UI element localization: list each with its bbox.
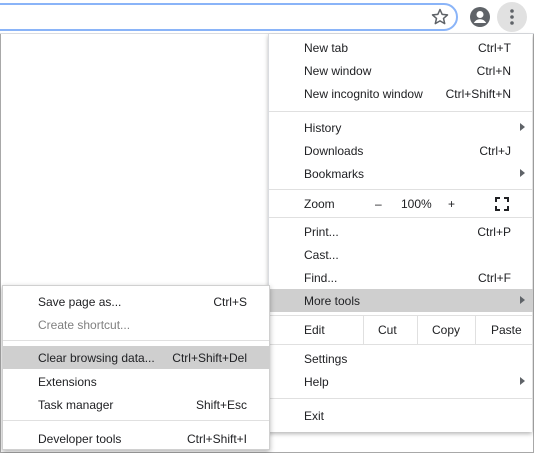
submenu-item-clear-browsing-data[interactable]: Clear browsing data... Ctrl+Shift+Del	[3, 346, 269, 369]
menu-separator	[269, 111, 533, 112]
zoom-level: 100%	[401, 197, 432, 211]
chrome-menu-button[interactable]	[497, 2, 527, 32]
menu-item-cast[interactable]: Cast...	[269, 243, 533, 266]
zoom-in-button[interactable]: +	[448, 197, 455, 211]
menu-item-edit: Edit Cut Copy Paste	[269, 316, 533, 344]
menu-item-history[interactable]: History	[269, 116, 533, 139]
paste-button[interactable]: Paste	[491, 323, 522, 337]
menu-item-label: Cast...	[304, 248, 339, 262]
submenu-arrow-icon	[520, 169, 525, 177]
menu-item-shortcut: Ctrl+Shift+N	[445, 87, 511, 101]
submenu-item-save-page[interactable]: Save page as... Ctrl+S	[3, 290, 269, 313]
menu-item-label: Help	[304, 375, 329, 389]
menu-item-label: Settings	[304, 352, 348, 366]
submenu-item-task-manager[interactable]: Task manager Shift+Esc	[3, 393, 269, 416]
cut-button[interactable]: Cut	[378, 323, 397, 337]
menu-item-settings[interactable]: Settings	[269, 347, 533, 370]
menu-item-label: Create shortcut...	[38, 318, 131, 332]
zoom-out-button[interactable]: –	[375, 197, 382, 211]
menu-item-new-incognito[interactable]: New incognito window Ctrl+Shift+N	[269, 82, 533, 105]
copy-button[interactable]: Copy	[432, 323, 460, 337]
edit-label: Edit	[304, 323, 325, 337]
menu-item-label: Find...	[304, 271, 338, 285]
submenu-arrow-icon	[520, 123, 525, 131]
menu-item-label: More tools	[304, 294, 361, 308]
submenu-arrow-icon	[520, 377, 525, 385]
menu-separator	[3, 340, 269, 341]
submenu-arrow-icon	[520, 296, 525, 304]
menu-item-label: New window	[304, 64, 372, 78]
menu-item-shortcut: Shift+Esc	[195, 398, 247, 412]
address-bar[interactable]	[0, 3, 458, 31]
menu-item-shortcut: Ctrl+S	[213, 295, 247, 309]
menu-item-exit[interactable]: Exit	[269, 404, 533, 427]
menu-item-label: Print...	[304, 225, 339, 239]
menu-separator	[269, 344, 533, 345]
three-dots-vertical-icon	[510, 9, 514, 25]
menu-item-label: New incognito window	[304, 87, 423, 101]
menu-item-help[interactable]: Help	[269, 370, 533, 393]
menu-item-new-window[interactable]: New window Ctrl+N	[269, 59, 533, 82]
menu-separator	[269, 398, 533, 399]
zoom-label: Zoom	[304, 197, 335, 211]
fullscreen-icon[interactable]	[495, 197, 509, 211]
menu-item-shortcut: Ctrl+Shift+Del	[172, 351, 247, 365]
menu-separator	[3, 420, 269, 421]
menu-item-label: New tab	[304, 41, 349, 55]
menu-item-label: Clear browsing data...	[38, 351, 155, 365]
menu-item-shortcut: Ctrl+F	[478, 271, 511, 285]
menu-item-label: Exit	[304, 409, 325, 423]
menu-item-label: Downloads	[304, 144, 364, 158]
menu-item-zoom: Zoom – 100% +	[269, 191, 533, 216]
menu-item-label: History	[304, 121, 342, 135]
browser-toolbar	[0, 0, 534, 34]
menu-item-label: Developer tools	[38, 432, 122, 446]
submenu-item-extensions[interactable]: Extensions	[3, 370, 269, 393]
menu-item-label: Bookmarks	[304, 167, 365, 181]
edit-divider	[417, 316, 418, 344]
menu-item-new-tab[interactable]: New tab Ctrl+T	[269, 36, 533, 59]
menu-item-shortcut: Ctrl+J	[479, 144, 511, 158]
menu-item-shortcut: Ctrl+N	[476, 64, 511, 78]
menu-item-more-tools[interactable]: More tools	[269, 289, 533, 312]
menu-item-shortcut: Ctrl+Shift+I	[186, 432, 247, 446]
menu-item-label: Task manager	[38, 398, 114, 412]
submenu-item-developer-tools[interactable]: Developer tools Ctrl+Shift+I	[3, 427, 269, 450]
more-tools-submenu: Save page as... Ctrl+S Create shortcut..…	[2, 285, 270, 450]
profile-avatar-icon[interactable]	[469, 6, 491, 28]
submenu-item-create-shortcut: Create shortcut...	[3, 313, 269, 336]
bookmark-star-icon[interactable]	[430, 7, 450, 27]
menu-item-label: Extensions	[38, 375, 97, 389]
menu-item-find[interactable]: Find... Ctrl+F	[269, 266, 533, 289]
edit-divider	[363, 316, 364, 344]
menu-item-shortcut: Ctrl+P	[477, 225, 511, 239]
menu-item-bookmarks[interactable]: Bookmarks	[269, 162, 533, 185]
menu-separator	[269, 189, 533, 190]
chrome-main-menu: New tab Ctrl+T New window Ctrl+N New inc…	[268, 34, 533, 432]
menu-item-downloads[interactable]: Downloads Ctrl+J	[269, 139, 533, 162]
edit-divider	[475, 316, 476, 344]
menu-item-print[interactable]: Print... Ctrl+P	[269, 220, 533, 243]
menu-separator	[269, 217, 533, 218]
menu-item-label: Save page as...	[38, 295, 122, 309]
menu-item-shortcut: Ctrl+T	[478, 41, 511, 55]
